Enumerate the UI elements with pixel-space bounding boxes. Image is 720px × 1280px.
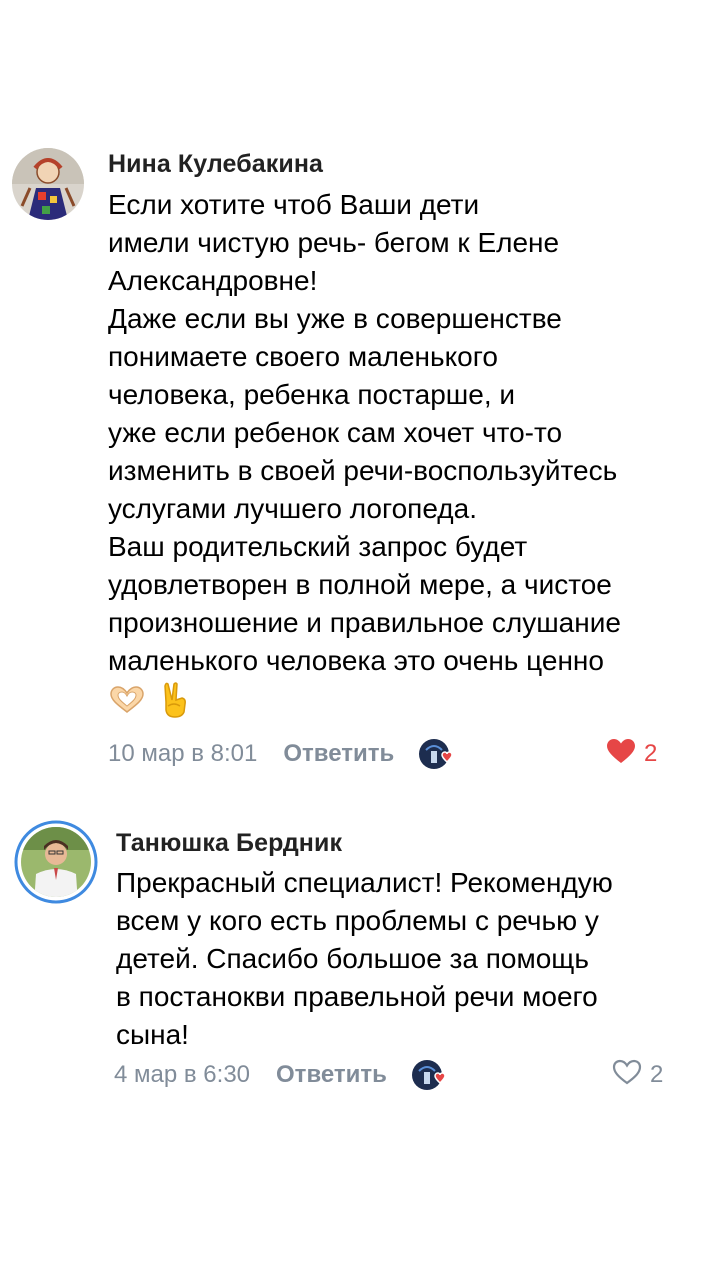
text-line: имели чистую речь- бегом к Елене bbox=[108, 227, 560, 258]
avatar[interactable] bbox=[14, 820, 98, 904]
text-line: всем у кого есть проблемы с речью у bbox=[116, 905, 599, 936]
text-line: Если хотите чтоб Ваши дети bbox=[108, 189, 480, 220]
text-line: услугами лучшего логопеда. bbox=[108, 493, 477, 524]
comment-date[interactable]: 10 мар в 8:01 bbox=[108, 740, 257, 768]
text-line: Александровне! bbox=[108, 265, 318, 296]
like-button[interactable]: 2 bbox=[606, 734, 657, 774]
avatar[interactable] bbox=[12, 148, 84, 220]
liker-avatar[interactable] bbox=[411, 1057, 447, 1093]
text-line: уже если ребенок сам хочет что-то bbox=[108, 417, 563, 448]
avatar-photo-image bbox=[14, 820, 98, 904]
author-name[interactable]: Танюшка Бердник bbox=[116, 829, 342, 858]
text-line: в постанокви правельной речи моего bbox=[116, 981, 598, 1012]
comment-meta: 4 мар в 6:30 Ответить bbox=[114, 1055, 447, 1095]
heart-filled-icon bbox=[606, 738, 644, 771]
text-line: понимаете своего маленького bbox=[108, 341, 498, 372]
heart-hands-icon bbox=[108, 685, 146, 725]
like-count: 2 bbox=[644, 740, 658, 767]
text-line: человека, ребенка постарше, и bbox=[108, 379, 516, 410]
like-count: 2 bbox=[650, 1061, 664, 1088]
emoji-line bbox=[108, 680, 621, 720]
text-line: детей. Спасибо большое за помощь bbox=[116, 943, 589, 974]
comment-text: Прекрасный специалист! Рекомендую всем у… bbox=[116, 864, 613, 1054]
text-line: удовлетворен в полной мере, а чистое bbox=[108, 569, 612, 600]
reply-button[interactable]: Ответить bbox=[276, 1061, 387, 1089]
comment-text: Если хотите чтоб Ваши дети имели чистую … bbox=[108, 186, 621, 720]
text-line: изменить в своей речи-воспользуйтесь bbox=[108, 455, 618, 486]
victory-hand-icon bbox=[162, 682, 188, 728]
text-line: сына! bbox=[116, 1019, 189, 1050]
comment-date[interactable]: 4 мар в 6:30 bbox=[114, 1061, 250, 1089]
heart-outline-icon bbox=[612, 1059, 650, 1092]
text-line: маленького человека это очень ценно bbox=[108, 645, 604, 676]
comment-meta: 10 мар в 8:01 Ответить bbox=[108, 734, 454, 774]
liker-avatar[interactable] bbox=[418, 736, 454, 772]
text-line: произношение и правильное слушание bbox=[108, 607, 621, 638]
reply-button[interactable]: Ответить bbox=[283, 740, 394, 768]
text-line: Прекрасный специалист! Рекомендую bbox=[116, 867, 613, 898]
author-name[interactable]: Нина Кулебакина bbox=[108, 150, 323, 179]
avatar-drawing-image bbox=[12, 148, 84, 220]
text-line: Даже если вы уже в совершенстве bbox=[108, 303, 562, 334]
like-button[interactable]: 2 bbox=[612, 1055, 663, 1095]
text-line: Ваш родительский запрос будет bbox=[108, 531, 528, 562]
